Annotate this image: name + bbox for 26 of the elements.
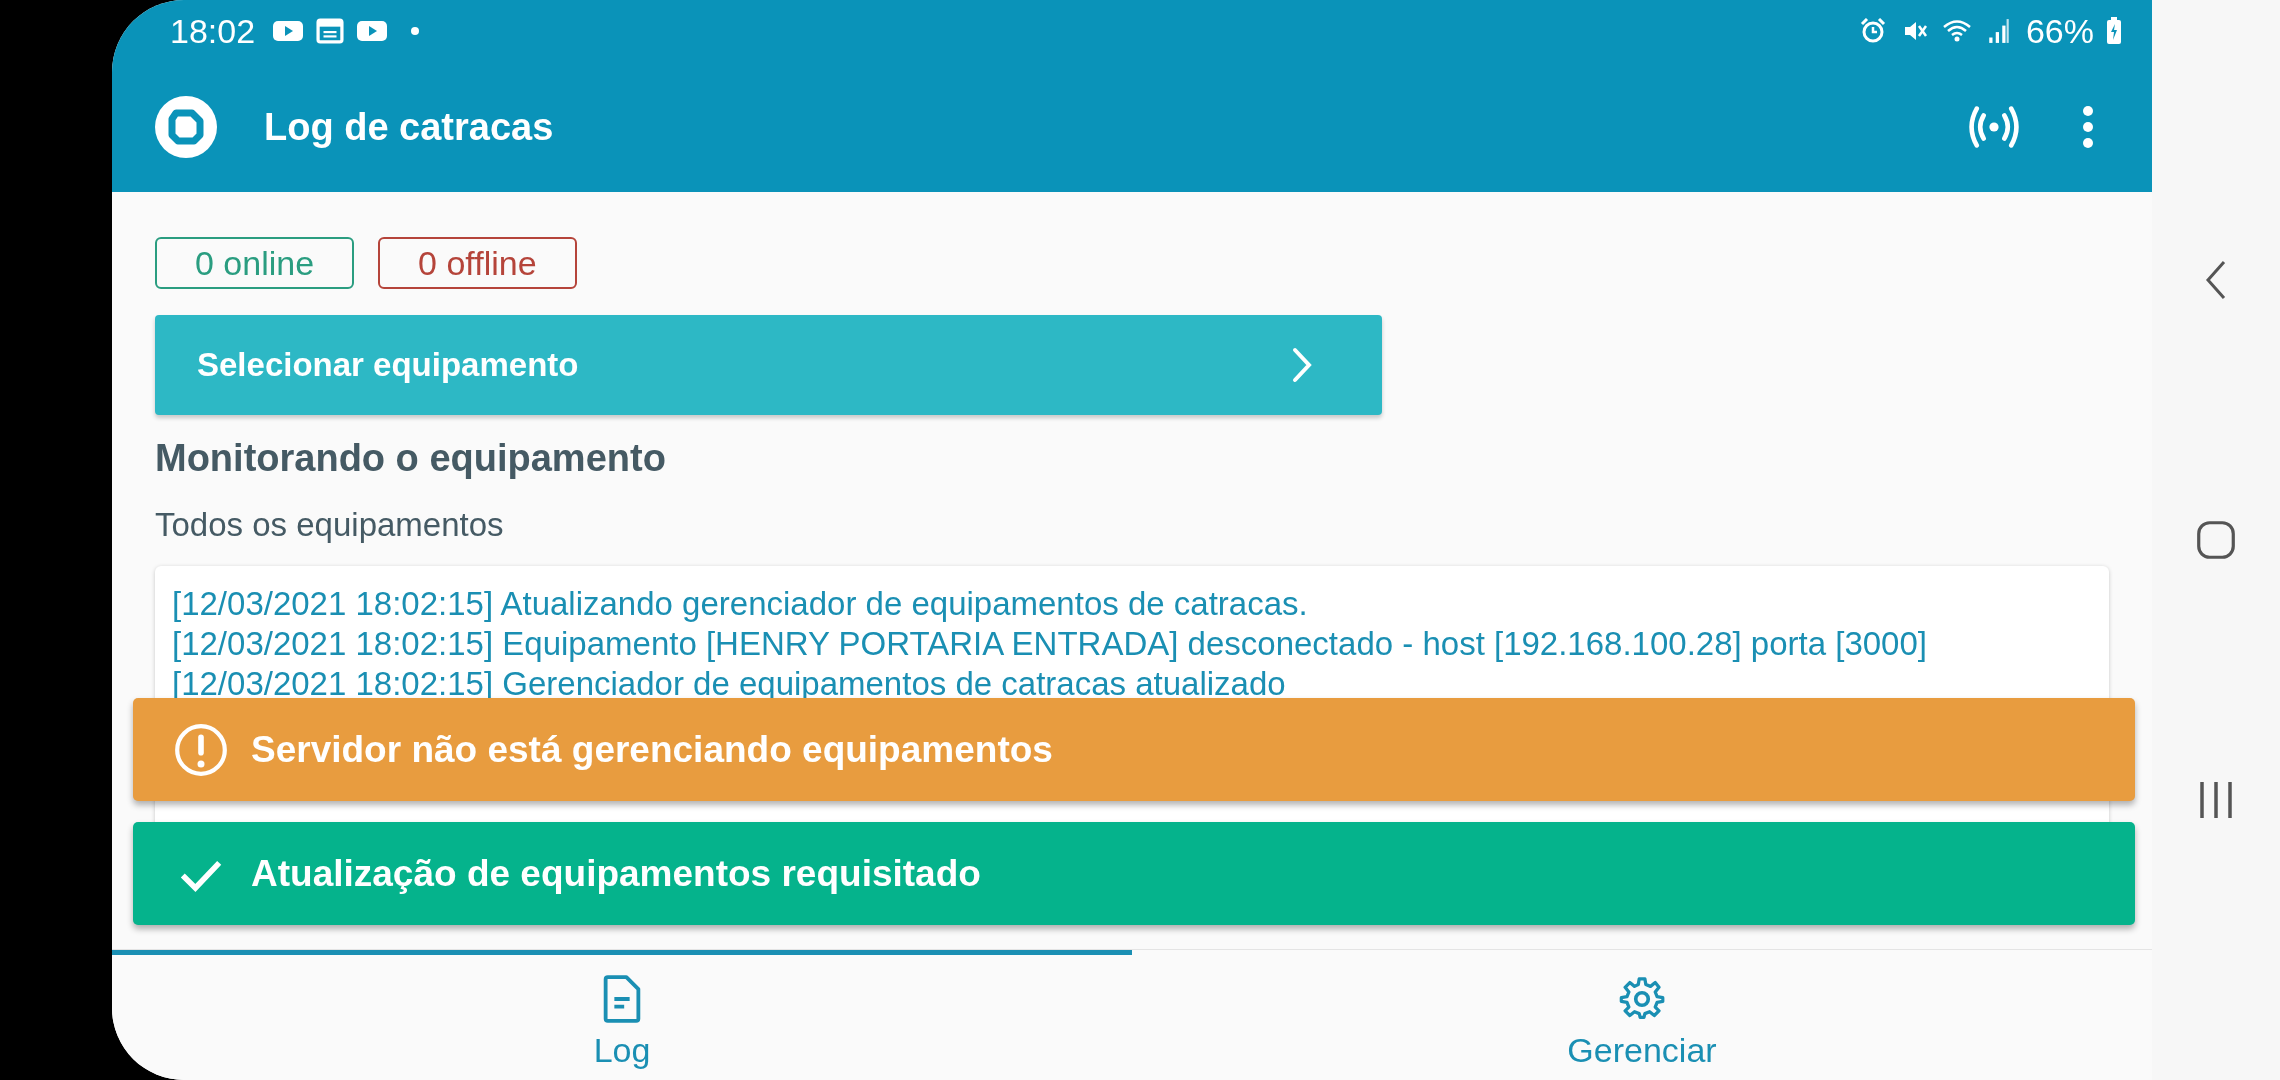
screen-title: Log de catracas [264,105,554,149]
wifi-icon [1941,18,1972,44]
play-icon [357,18,388,44]
notification-dot-icon [411,27,420,35]
warning-icon [173,721,229,778]
nav-tab[interactable]: Gerenciar [1132,950,2152,1080]
monitored-equipment: Todos os equipamentos [155,506,505,544]
status-badge: 0 offline [378,237,577,289]
select-equipment-button[interactable]: Selecionar equipamento [155,315,1382,415]
log-line: [12/03/2021 18:02:15] Equipamento [HENRY PORTARIA ENTRADA] desconectado - host [192.168.100.28] porta [3000] [172,624,1928,664]
broadcast-icon[interactable] [1966,104,2022,150]
toast-message: Servidor não está gerenciando equipamentos [133,698,2135,801]
section-heading: Monitorando o equipamento [155,437,667,480]
home-icon[interactable] [2196,518,2236,562]
play-icon [273,18,304,44]
chevron-right-icon [1292,347,1312,383]
nav-tab[interactable]: Log [112,950,1132,1080]
more-options-icon[interactable] [2082,105,2094,149]
calendar-icon [315,18,346,44]
battery-percent: 66% [2025,11,2094,51]
log-line: [12/03/2021 18:02:15] Atualizando gerenciador de equipamentos de catracas. [172,584,1309,624]
status-badge: 0 online [155,237,355,289]
logo-icon [154,95,218,159]
clock: 18:02 [170,11,256,51]
battery-icon [2106,17,2122,45]
toast-message: Atualização de equipamentos requisitado [133,822,2135,925]
